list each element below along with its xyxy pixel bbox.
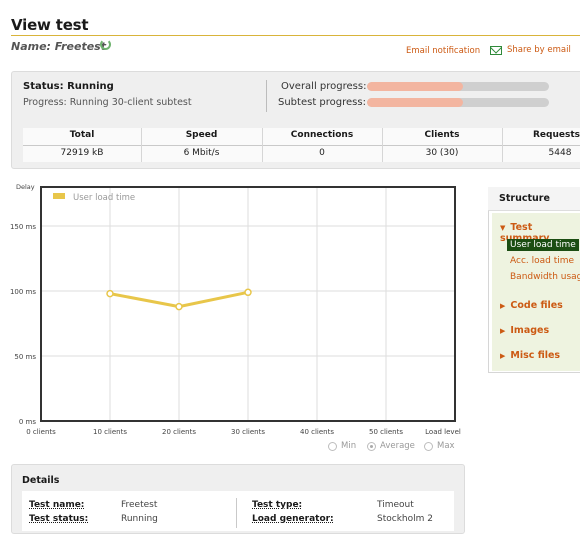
triangle-right-icon: ▶ <box>500 352 506 360</box>
email-notification-link[interactable]: Email notification <box>406 46 480 56</box>
y-tick-label: 100 ms <box>10 288 36 296</box>
radio-average[interactable]: Average <box>367 441 415 451</box>
title-divider <box>11 35 580 36</box>
share-by-email-link[interactable]: Share by email <box>490 45 571 55</box>
radio-average-label: Average <box>380 441 415 451</box>
detail-label-test-type: Test type: <box>252 500 303 510</box>
tree-item-misc-files[interactable]: ▶ Misc files <box>500 350 560 361</box>
tree-subitem-acc-load-time[interactable]: Acc. load time <box>510 256 574 266</box>
test-name-value: Freetest <box>54 40 106 53</box>
legend-swatch <box>53 193 65 199</box>
data-point <box>175 302 183 311</box>
tree-subitem-user-load-time[interactable]: User load time <box>507 239 579 251</box>
radio-min-label: Min <box>341 441 357 451</box>
detail-label-load-generator: Load generator: <box>252 514 334 524</box>
page-title: View test <box>11 16 89 34</box>
tree-subitem-bandwidth-usage[interactable]: Bandwidth usage <box>510 272 580 282</box>
details-table <box>22 491 454 531</box>
structure-title: Structure <box>499 193 550 204</box>
detail-value-load-generator: Stockholm 2 <box>377 514 433 524</box>
overall-progress-bar <box>367 82 549 91</box>
triangle-right-icon: ▶ <box>500 327 506 335</box>
radio-average-circle[interactable] <box>367 441 376 451</box>
y-tick-label: 150 ms <box>10 223 36 231</box>
stat-value-connections: 0 <box>319 148 325 158</box>
subtest-progress-bar <box>367 98 549 107</box>
x-tick-label: 40 clients <box>300 428 334 436</box>
y-tick-label: 0 ms <box>19 418 36 426</box>
x-tick-label: 20 clients <box>162 428 196 436</box>
detail-value-test-name: Freetest <box>121 500 158 510</box>
delay-chart: 0 ms 50 ms 100 ms 150 ms 0 clients 10 clients… <box>10 186 461 436</box>
triangle-right-icon: ▶ <box>500 302 506 310</box>
subtest-progress-fill <box>367 98 464 107</box>
radio-max-circle[interactable] <box>424 441 433 451</box>
stat-header-speed: Speed <box>185 130 218 140</box>
stat-header-requests: Requests <box>532 130 580 140</box>
stat-value-total: 72919 kB <box>60 148 104 158</box>
status-divider <box>266 80 267 112</box>
data-point <box>244 288 252 297</box>
status-text: Status: Running <box>23 81 114 92</box>
overall-progress-fill <box>367 82 464 91</box>
detail-value-test-status: Running <box>121 514 158 524</box>
loading-spinner-icon <box>100 39 111 50</box>
x-tick-label: 30 clients <box>231 428 265 436</box>
mail-icon <box>490 45 502 55</box>
radio-max-label: Max <box>437 441 455 451</box>
share-by-email-label: Share by email <box>507 45 571 55</box>
legend-label: User load time <box>73 193 135 203</box>
x-tick-label: 10 clients <box>93 428 127 436</box>
x-axis-title: Load level <box>425 428 461 436</box>
tree-item-images[interactable]: ▶ Images <box>500 325 549 336</box>
stat-header-clients: Clients <box>424 130 460 140</box>
radio-min-circle[interactable] <box>328 441 337 451</box>
tree-item-code-files[interactable]: ▶ Code files <box>500 300 563 311</box>
y-tick-label: 50 ms <box>14 353 36 361</box>
overall-progress-label: Overall progress: <box>281 81 367 92</box>
stat-value-clients: 30 (30) <box>425 148 459 158</box>
detail-label-test-status: Test status: <box>29 514 89 524</box>
subtest-progress-label: Subtest progress: <box>278 97 366 108</box>
radio-min[interactable]: Min <box>328 441 356 451</box>
stat-value-speed: 6 Mbit/s <box>183 148 220 158</box>
details-title: Details <box>22 475 60 486</box>
radio-max[interactable]: Max <box>424 441 455 451</box>
test-name: Name: Freetest <box>11 40 106 53</box>
x-tick-label: 0 clients <box>26 428 56 436</box>
stat-value-requests: 5448 <box>548 148 572 158</box>
tree-item-label: Misc files <box>510 350 561 361</box>
progress-text: Progress: Running 30-client subtest <box>23 97 192 108</box>
stats-header-rule <box>23 145 580 146</box>
details-separator <box>236 498 237 528</box>
x-tick-label: 50 clients <box>369 428 403 436</box>
tree-item-label: Code files <box>510 300 563 311</box>
triangle-down-icon: ▼ <box>500 224 506 232</box>
tree-item-label: Images <box>510 325 550 336</box>
stat-header-total: Total <box>69 130 95 140</box>
detail-label-test-name: Test name: <box>29 500 85 510</box>
test-name-label: Name: <box>11 40 51 53</box>
stat-header-connections: Connections <box>290 130 354 140</box>
data-point <box>106 289 114 298</box>
detail-value-test-type: Timeout <box>377 500 414 510</box>
